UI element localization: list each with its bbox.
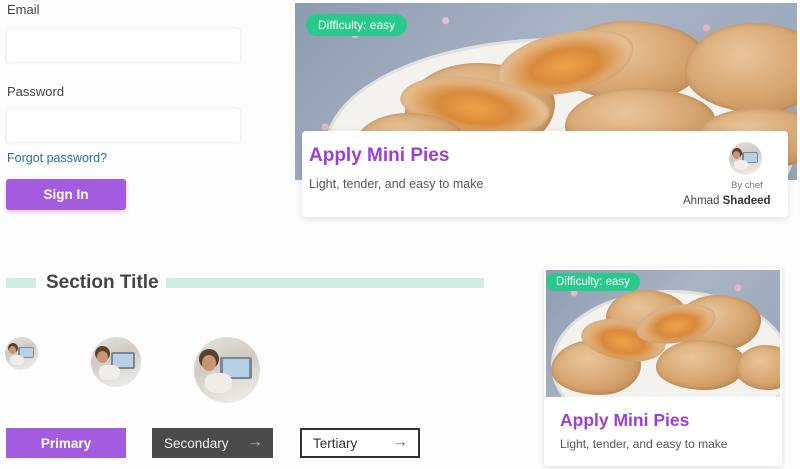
tertiary-button[interactable]: Tertiary → xyxy=(300,428,420,458)
password-field[interactable] xyxy=(6,108,241,143)
forgot-password-link[interactable]: Forgot password? xyxy=(7,151,107,165)
primary-button[interactable]: Primary xyxy=(6,428,126,458)
section-title-bar-right xyxy=(166,278,484,288)
avatar-large xyxy=(194,337,260,403)
section-title-bar-left xyxy=(6,278,36,288)
card-subtitle: Light, tender, and easy to make xyxy=(309,177,484,191)
arrow-right-icon: → xyxy=(247,433,263,451)
avatar-small xyxy=(5,337,38,370)
secondary-button[interactable]: Secondary → xyxy=(152,428,273,458)
chef-last-name: Shadeed xyxy=(722,195,771,207)
chef-avatar xyxy=(729,142,762,175)
chef-name: Ahmad Shadeed xyxy=(683,195,771,207)
card-title[interactable]: Apply Mini Pies xyxy=(560,410,689,431)
avatar-medium xyxy=(91,337,141,387)
password-label: Password xyxy=(7,84,65,99)
section-title: Section Title xyxy=(46,272,159,293)
email-label: Email xyxy=(7,2,40,17)
featured-card-info[interactable]: Apply Mini Pies Light, tender, and easy … xyxy=(302,131,788,217)
primary-button-label: Primary xyxy=(40,435,92,451)
tertiary-button-label: Tertiary xyxy=(313,435,358,451)
difficulty-badge: Difficulty: easy xyxy=(306,14,408,36)
chef-first-name: Ahmad xyxy=(683,195,720,207)
sign-in-button[interactable]: Sign In xyxy=(6,179,126,210)
difficulty-badge: Difficulty: easy xyxy=(546,273,640,291)
recipe-card-small[interactable]: Difficulty: easy Apply Mini Pies Light, … xyxy=(544,268,782,466)
email-field[interactable] xyxy=(6,28,241,63)
card-title[interactable]: Apply Mini Pies xyxy=(309,145,449,167)
card-subtitle: Light, tender, and easy to make xyxy=(560,437,728,451)
arrow-right-icon: → xyxy=(392,433,408,451)
by-chef-label: By chef xyxy=(731,180,763,191)
secondary-button-label: Secondary xyxy=(164,435,229,451)
